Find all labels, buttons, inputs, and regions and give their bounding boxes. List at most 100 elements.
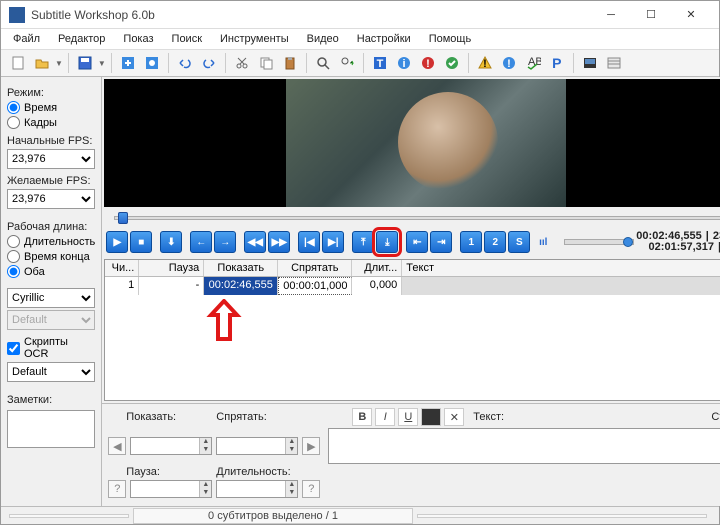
redo-button[interactable] (198, 52, 220, 74)
spellcheck-button[interactable]: ABC (522, 52, 544, 74)
col-dur[interactable]: Длит... (352, 260, 402, 276)
video-controls: ▶ ■ ⬇ ← → ◀◀ ▶▶ |◀ ▶| ⤒ ⤓ ⇤ ⇥ 1 2 S ııl (102, 229, 720, 255)
time-help-1[interactable]: ? (108, 480, 126, 498)
p-tool-button[interactable]: P (546, 52, 568, 74)
col-hide[interactable]: Спрятать (278, 260, 352, 276)
text-tool-button[interactable]: T (369, 52, 391, 74)
worklen-both-radio[interactable]: Оба (7, 265, 95, 278)
blue-action-1[interactable] (117, 52, 139, 74)
hide-time-input[interactable]: ▲▼ (216, 437, 298, 455)
prev-sub-button[interactable]: ◀ (108, 437, 126, 455)
ocr-select[interactable]: Default (7, 362, 95, 382)
underline-button[interactable]: U (398, 408, 418, 426)
volume-slider[interactable] (564, 239, 634, 245)
maximize-button[interactable]: ☐ (631, 2, 671, 28)
open-file-button[interactable] (31, 52, 53, 74)
next-sub-button[interactable]: ▶ (302, 437, 320, 455)
menu-edit[interactable]: Редактор (50, 31, 113, 47)
worklen-dur-radio[interactable]: Длительность (7, 235, 95, 248)
mode-time-radio[interactable]: Время (7, 101, 95, 114)
search-button[interactable] (312, 52, 334, 74)
encoding-select[interactable]: Cyrillic (7, 288, 95, 308)
app-icon (9, 7, 25, 23)
initial-fps-label: Начальные FPS: (7, 135, 95, 147)
load-button[interactable]: ⬇ (160, 231, 182, 253)
sync-end-button[interactable]: ⇥ (430, 231, 452, 253)
col-num[interactable]: Чи... (105, 260, 139, 276)
volume-icon[interactable]: ııl (532, 231, 554, 253)
desired-fps-select[interactable]: 23,976 (7, 189, 95, 209)
table-row[interactable]: 1 - 00:02:46,555 00:00:01,000 0,000 (105, 277, 720, 295)
mode-label: Режим: (7, 87, 95, 99)
video-panel-button[interactable] (579, 52, 601, 74)
close-button[interactable]: ✕ (671, 2, 711, 28)
subtitle-editor: Показать: Спрятать: B I U ✕ Текст: Строк… (102, 403, 720, 506)
toolbar: ▼ ▼ T i ! ! ! ABC P (1, 49, 719, 77)
menu-video[interactable]: Видео (299, 31, 347, 47)
side-panel: Режим: Время Кадры Начальные FPS: 23,976… (1, 77, 102, 506)
time-help-2[interactable]: ? (302, 480, 320, 498)
new-file-button[interactable] (7, 52, 29, 74)
duration-input[interactable]: ▲▼ (216, 480, 298, 498)
btn-1[interactable]: 1 (460, 231, 482, 253)
paste-button[interactable] (279, 52, 301, 74)
video-preview[interactable] (104, 79, 720, 207)
font-select: Default (7, 310, 95, 330)
jump-prev-button[interactable]: |◀ (298, 231, 320, 253)
menu-tools[interactable]: Инструменты (212, 31, 297, 47)
undo-button[interactable] (174, 52, 196, 74)
fastfwd-button[interactable]: ▶▶ (268, 231, 290, 253)
menu-view[interactable]: Показ (115, 31, 161, 47)
initial-fps-select[interactable]: 23,976 (7, 149, 95, 169)
btn-s[interactable]: S (508, 231, 530, 253)
stop-button[interactable]: ■ (130, 231, 152, 253)
subtitle-text-input[interactable] (328, 428, 720, 464)
italic-button[interactable]: I (375, 408, 395, 426)
jump-next-button[interactable]: ▶| (322, 231, 344, 253)
clear-fmt-button[interactable]: ✕ (444, 408, 464, 426)
mode-frames-radio[interactable]: Кадры (7, 116, 95, 129)
info2-button[interactable]: ! (498, 52, 520, 74)
list-panel-button[interactable] (603, 52, 625, 74)
video-seek-slider[interactable] (104, 211, 720, 225)
step-fwd-button[interactable]: → (214, 231, 236, 253)
mark-in-button[interactable]: ⤓ (376, 231, 398, 253)
col-text[interactable]: Текст (402, 260, 720, 276)
minimize-button[interactable]: ─ (591, 2, 631, 28)
check-button[interactable] (441, 52, 463, 74)
error-button[interactable]: ! (417, 52, 439, 74)
col-show[interactable]: Показать (204, 260, 278, 276)
worklen-end-radio[interactable]: Время конца (7, 250, 95, 263)
btn-2[interactable]: 2 (484, 231, 506, 253)
status-seg-3 (417, 514, 707, 518)
search-next-button[interactable] (336, 52, 358, 74)
info-button[interactable]: i (393, 52, 415, 74)
subtitle-grid[interactable]: Чи... Пауза Показать Спрятать Длит... Те… (104, 259, 720, 401)
menu-help[interactable]: Помощь (421, 31, 480, 47)
step-back-button[interactable]: ← (190, 231, 212, 253)
copy-button[interactable] (255, 52, 277, 74)
show-time-input[interactable]: ▲▼ (130, 437, 212, 455)
sync-start-button[interactable]: ⇤ (406, 231, 428, 253)
bold-button[interactable]: B (352, 408, 372, 426)
menu-search[interactable]: Поиск (164, 31, 210, 47)
blue-action-2[interactable] (141, 52, 163, 74)
rewind-button[interactable]: ◀◀ (244, 231, 266, 253)
cut-button[interactable] (231, 52, 253, 74)
color-button[interactable] (421, 408, 441, 426)
ocr-checkbox[interactable]: Скрипты OCR (7, 336, 95, 360)
pause-input[interactable]: ▲▼ (130, 480, 212, 498)
save-button[interactable] (74, 52, 96, 74)
play-button[interactable]: ▶ (106, 231, 128, 253)
svg-text:!: ! (507, 58, 511, 70)
annotation-arrow-icon (205, 299, 243, 343)
notes-textarea[interactable] (7, 410, 95, 448)
mark-out-button[interactable]: ⤒ (352, 231, 374, 253)
warning-button[interactable]: ! (474, 52, 496, 74)
time-display: 00:02:46,555|23,976 02:01:57,317|FPS (636, 231, 720, 253)
svg-text:!: ! (483, 58, 487, 70)
status-bar: 0 субтитров выделено / 1 (1, 506, 719, 524)
menu-settings[interactable]: Настройки (349, 31, 419, 47)
col-pause[interactable]: Пауза (139, 260, 204, 276)
menu-file[interactable]: Файл (5, 31, 48, 47)
